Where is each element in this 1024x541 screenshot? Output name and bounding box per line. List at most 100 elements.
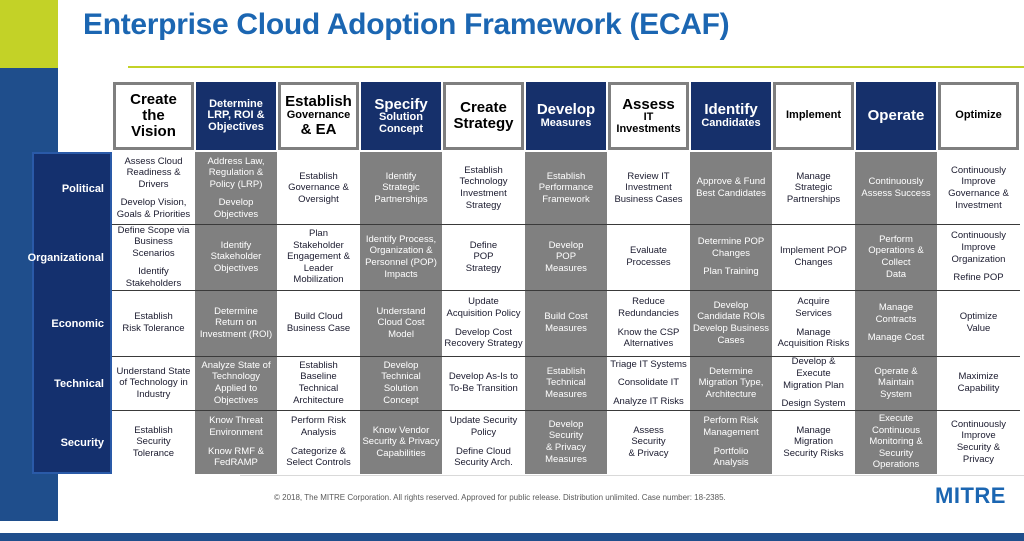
matrix-cell-technical-4[interactable]: Develop As-Is to To-Be Transition [442, 356, 525, 410]
matrix-cell-political-9[interactable]: Continuously Assess Success [855, 152, 937, 224]
matrix-cell-technical-5[interactable]: Establish Technical Measures [525, 356, 607, 410]
matrix-cell-organizational-5[interactable]: Develop POP Measures [525, 224, 607, 290]
cell-activity: Know the CSP Alternatives [617, 326, 680, 350]
matrix-cell-organizational-2[interactable]: Plan Stakeholder Engagement & Leader Mobiliz… [277, 224, 360, 290]
footer: © 2018, The MITRE Corporation. All right… [0, 475, 1024, 533]
matrix-cell-organizational-6[interactable]: Evaluate Processes [607, 224, 690, 290]
matrix-cell-political-8[interactable]: Manage Strategic Partnerships [772, 152, 855, 224]
cell-activity: Establish Technical Measures [545, 365, 587, 400]
cell-activity: Acquire Services [795, 296, 832, 319]
cell-activity: Triage IT Systems [610, 358, 687, 370]
matrix-cell-security-6[interactable]: Assess Security & Privacy [607, 410, 690, 474]
matrix-cell-political-3[interactable]: Identify Strategic Partnerships [360, 152, 442, 224]
matrix-cell-security-5[interactable]: Develop Security & Privacy Measures [525, 410, 607, 474]
matrix-cell-political-7[interactable]: Approve & Fund Best Candidates [690, 152, 772, 224]
phase-header-line: Optimize [955, 109, 1002, 122]
matrix-cell-security-1[interactable]: Know Threat Environment Know RMF & FedRAMP [195, 410, 277, 474]
cell-activity: Implement POP Changes [779, 245, 848, 268]
matrix-cell-political-0[interactable]: Assess Cloud Readiness & Drivers Develop Vi… [112, 152, 195, 224]
matrix-cell-organizational-4[interactable]: Define POP Strategy [442, 224, 525, 290]
matrix-cell-technical-9[interactable]: Operate & Maintain System [855, 356, 937, 410]
matrix-cell-technical-2[interactable]: Establish Baseline Technical Architecture [277, 356, 360, 410]
cell-activity: Continuously Improve Security & Privacy [951, 418, 1006, 465]
matrix-cell-technical-0[interactable]: Understand State of Technology in Industry [112, 356, 195, 410]
cell-activity: Determine Return on Investment (ROI) [199, 305, 273, 340]
cell-activity: Perform Risk Management [703, 415, 759, 438]
matrix-cell-technical-10[interactable]: Maximize Capability [937, 356, 1020, 410]
matrix-cell-economic-6[interactable]: Reduce Redundancies Know the CSP Alternativ… [607, 290, 690, 356]
matrix-cell-security-9[interactable]: Execute Continuous Monitoring & Security Ope… [855, 410, 937, 474]
matrix-cell-security-8[interactable]: Manage Migration Security Risks [772, 410, 855, 474]
phase-header-create-the-vision[interactable]: Create the Vision [113, 82, 194, 150]
matrix-cell-organizational-3[interactable]: Identify Process, Organization & Personnel… [360, 224, 442, 290]
matrix-cell-security-0[interactable]: Establish Security Tolerance [112, 410, 195, 474]
cell-activity: Assess Security & Privacy [628, 424, 669, 459]
phase-header-line: Create [130, 91, 177, 109]
phase-header-specify-solution-concept[interactable]: Specify Solution Concept [361, 82, 441, 150]
matrix-cell-economic-8[interactable]: Acquire Services Manage Acquisition Risks [772, 290, 855, 356]
matrix-cell-security-7[interactable]: Perform Risk Management Portfolio Analysis [690, 410, 772, 474]
matrix-cell-organizational-9[interactable]: Perform Operations & Collect Data [855, 224, 937, 290]
phase-header-operate[interactable]: Operate [856, 82, 936, 150]
matrix-cell-economic-2[interactable]: Build Cloud Business Case [277, 290, 360, 356]
matrix-cell-political-1[interactable]: Address Law, Regulation & Policy (LRP) Deve… [195, 152, 277, 224]
phase-header-line: Measures [540, 117, 592, 130]
matrix-cell-technical-3[interactable]: Develop Technical Solution Concept [360, 356, 442, 410]
matrix-cell-economic-3[interactable]: Understand Cloud Cost Model [360, 290, 442, 356]
matrix-cell-political-6[interactable]: Review IT Investment Business Cases [607, 152, 690, 224]
matrix-cell-security-4[interactable]: Update Security Policy Define Cloud Securit… [442, 410, 525, 474]
phase-header-line: Strategy [453, 115, 514, 132]
phase-header-establish-governance-ea[interactable]: Establish Governance & EA [278, 82, 359, 150]
matrix-cell-organizational-10[interactable]: Continuously Improve Organization Refine PO… [937, 224, 1020, 290]
phase-header-identify-candidates[interactable]: Identify Candidates [691, 82, 771, 150]
phase-header-optimize[interactable]: Optimize [938, 82, 1019, 150]
matrix-cell-political-10[interactable]: Continuously Improve Governance & Investmen… [937, 152, 1020, 224]
phase-header-line: the [142, 107, 165, 125]
matrix-cell-economic-9[interactable]: Manage Contracts Manage Cost [855, 290, 937, 356]
matrix-cell-organizational-1[interactable]: Identify Stakeholder Objectives [195, 224, 277, 290]
matrix-cell-organizational-8[interactable]: Implement POP Changes [772, 224, 855, 290]
cell-activity: Establish Security Tolerance [132, 424, 175, 459]
matrix-cell-security-3[interactable]: Know Vendor Security & Privacy Capabilitie… [360, 410, 442, 474]
cell-activity: Develop Technical Solution Concept [381, 359, 421, 406]
row-separator [112, 290, 1020, 291]
matrix-cell-economic-0[interactable]: Establish Risk Tolerance [112, 290, 195, 356]
cell-activity: Perform Operations & Collect Data [868, 233, 924, 280]
cell-activity: Optimize Value [959, 311, 998, 334]
matrix-cell-technical-1[interactable]: Analyze State of Technology Applied to Obje… [195, 356, 277, 410]
framework-matrix: Create the Vision Determine LRP, ROI & Object… [28, 80, 1020, 475]
cell-activity: Manage Strategic Partnerships [786, 170, 841, 205]
cell-activity: Manage Acquisition Risks [777, 326, 850, 350]
matrix-cell-economic-4[interactable]: Update Acquisition Policy Develop Cost Reco… [442, 290, 525, 356]
matrix-cell-technical-7[interactable]: Determine Migration Type, Architecture [690, 356, 772, 410]
cell-activity: Develop Candidate ROIs Develop Business Cas… [692, 299, 770, 346]
matrix-cell-technical-6[interactable]: Triage IT Systems Consolidate IT Analyze I… [607, 356, 690, 410]
phase-header-assess-it-investments[interactable]: Assess IT Investments [608, 82, 689, 150]
matrix-cell-economic-10[interactable]: Optimize Value [937, 290, 1020, 356]
cell-activity: Develop Cost Recovery Strategy [444, 326, 523, 350]
cell-activity: Continuously Improve Organization [951, 230, 1006, 265]
matrix-cell-economic-1[interactable]: Determine Return on Investment (ROI) [195, 290, 277, 356]
cell-activity: Continuously Improve Governance & Investmen… [948, 164, 1009, 211]
matrix-cell-organizational-0[interactable]: Define Scope via Business Scenarios Identi… [112, 224, 195, 290]
cell-activity: Establish Governance & Oversight [288, 170, 349, 205]
matrix-cell-security-2[interactable]: Perform Risk Analysis Categorize & Select C… [277, 410, 360, 474]
matrix-cell-political-5[interactable]: Establish Performance Framework [525, 152, 607, 224]
matrix-cell-technical-8[interactable]: Develop & Execute Migration Plan Design Sy… [772, 356, 855, 410]
matrix-cell-political-2[interactable]: Establish Governance & Oversight [277, 152, 360, 224]
page-title: Enterprise Cloud Adoption Framework (ECA… [83, 8, 730, 41]
phase-header-implement[interactable]: Implement [773, 82, 854, 150]
phase-header-develop-measures[interactable]: Develop Measures [526, 82, 606, 150]
matrix-cell-political-4[interactable]: Establish Technology Investment Strategy [442, 152, 525, 224]
matrix-cell-economic-5[interactable]: Build Cost Measures [525, 290, 607, 356]
phase-header-row: Create the Vision Determine LRP, ROI & Object… [112, 80, 1020, 152]
phase-header-determine-lrp-roi-objectives[interactable]: Determine LRP, ROI & Objectives [196, 82, 276, 150]
matrix-cell-economic-7[interactable]: Develop Candidate ROIs Develop Business Cas… [690, 290, 772, 356]
matrix-cell-security-10[interactable]: Continuously Improve Security & Privacy [937, 410, 1020, 474]
cell-activity: Evaluate Processes [626, 245, 671, 268]
phase-header-line: Specify [374, 95, 428, 113]
phase-header-create-strategy[interactable]: Create Strategy [443, 82, 524, 150]
matrix-cell-organizational-7[interactable]: Determine POP Changes Plan Training [690, 224, 772, 290]
phase-header-line: Concept [379, 122, 423, 135]
cell-activity: Manage Cost [867, 332, 925, 344]
